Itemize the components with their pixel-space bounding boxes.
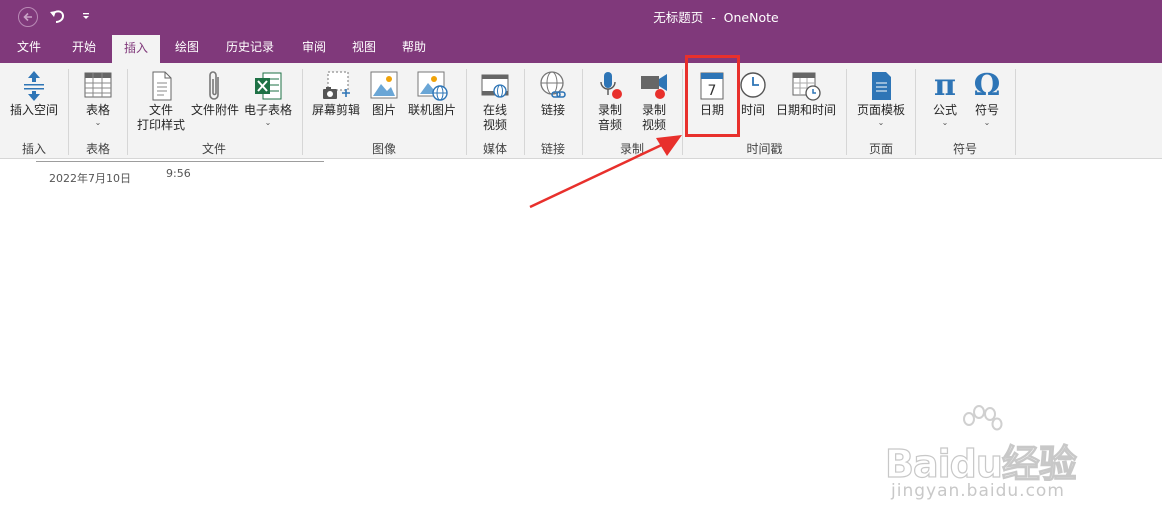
group-separator — [68, 69, 69, 155]
title-bar: 无标题页 - OneNote — [0, 0, 1162, 33]
chevron-down-icon: ⌄ — [941, 118, 949, 127]
equation-button[interactable]: π 公式 ⌄ — [922, 69, 968, 128]
picture-button[interactable]: 图片 — [366, 69, 402, 118]
ribbon-tabs: 文件 开始 插入 绘图 历史记录 审阅 视图 帮助 — [0, 33, 1162, 63]
online-video-button[interactable]: 在线 视频 — [471, 69, 519, 133]
date-time-button[interactable]: 日期和时间 — [772, 69, 840, 118]
file-printout-icon — [152, 71, 172, 101]
group-label-symbol: 符号 — [952, 142, 977, 156]
calendar-clock-icon — [792, 72, 821, 101]
online-picture-button[interactable]: 联机图片 — [404, 69, 460, 118]
tab-help[interactable]: 帮助 — [390, 33, 438, 63]
file-attachment-button[interactable]: 文件附件 — [189, 69, 241, 118]
page-time: 9:56 — [166, 167, 191, 180]
screen-clipping-icon — [323, 71, 350, 99]
chevron-down-icon: ⌄ — [264, 118, 272, 127]
group-separator — [127, 69, 128, 155]
group-label-page: 页面 — [868, 142, 893, 156]
page-title-rule — [36, 161, 324, 162]
group-separator — [466, 69, 467, 155]
table-icon — [84, 72, 112, 98]
tab-home[interactable]: 开始 — [60, 33, 108, 63]
time-button[interactable]: 时间 — [736, 69, 770, 118]
link-globe-icon — [540, 71, 566, 98]
watermark-brand: Baidu经验 — [884, 441, 1077, 486]
page-template-icon — [872, 72, 891, 100]
chevron-down-icon: ⌄ — [877, 118, 885, 127]
chevron-down-icon: ⌄ — [983, 118, 991, 127]
tab-history[interactable]: 历史记录 — [218, 33, 282, 63]
pi-icon: π — [934, 68, 956, 103]
tab-draw[interactable]: 绘图 — [163, 33, 211, 63]
paperclip-icon — [209, 71, 219, 100]
window-title: 无标题页 - OneNote — [653, 10, 779, 25]
annotation-arrow — [529, 135, 682, 209]
tab-insert[interactable]: 插入 — [112, 35, 160, 63]
file-printout-button[interactable]: 文件 打印样式 — [133, 69, 189, 133]
spreadsheet-button[interactable]: 电子表格 ⌄ — [241, 69, 295, 128]
page-templates-button[interactable]: 页面模板 ⌄ — [852, 69, 910, 128]
group-label-image: 图像 — [371, 142, 396, 156]
tab-view[interactable]: 视图 — [340, 33, 388, 63]
excel-icon — [255, 72, 282, 100]
group-label-insert: 插入 — [21, 142, 46, 156]
watermark-url: jingyan.baidu.com — [891, 481, 1065, 501]
baidu-watermark: Baidu经验 jingyan.baidu.com — [884, 405, 1125, 515]
date-highlight-box — [685, 55, 740, 137]
film-icon — [481, 74, 509, 98]
group-label-timestamp: 时间戳 — [746, 142, 783, 156]
insert-space-icon — [24, 71, 44, 101]
group-label-media: 媒体 — [482, 142, 507, 156]
omega-icon: Ω — [973, 68, 1001, 103]
record-audio-button[interactable]: 录制 音频 — [588, 69, 632, 133]
group-label-table: 表格 — [85, 142, 110, 156]
online-picture-icon — [417, 71, 448, 101]
tab-file[interactable]: 文件 — [5, 33, 53, 63]
group-separator — [1015, 69, 1016, 155]
group-separator — [846, 69, 847, 155]
table-button[interactable]: 表格 ⌄ — [72, 69, 124, 128]
chevron-down-icon: ⌄ — [94, 118, 102, 127]
picture-icon — [370, 71, 398, 99]
symbol-button[interactable]: Ω 符号 ⌄ — [966, 69, 1008, 128]
link-button[interactable]: 链接 — [529, 69, 577, 118]
tab-review[interactable]: 审阅 — [290, 33, 338, 63]
group-separator — [915, 69, 916, 155]
record-video-button[interactable]: 录制 视频 — [632, 69, 676, 133]
group-separator — [302, 69, 303, 155]
insert-space-button[interactable]: 插入空间 — [6, 69, 62, 118]
page-date: 2022年7月10日 — [49, 172, 131, 185]
group-label-file: 文件 — [201, 142, 226, 156]
microphone-icon — [600, 72, 622, 99]
video-camera-icon — [641, 74, 667, 99]
screen-clipping-button[interactable]: 屏幕剪辑 — [308, 69, 364, 118]
clock-icon — [740, 72, 766, 98]
